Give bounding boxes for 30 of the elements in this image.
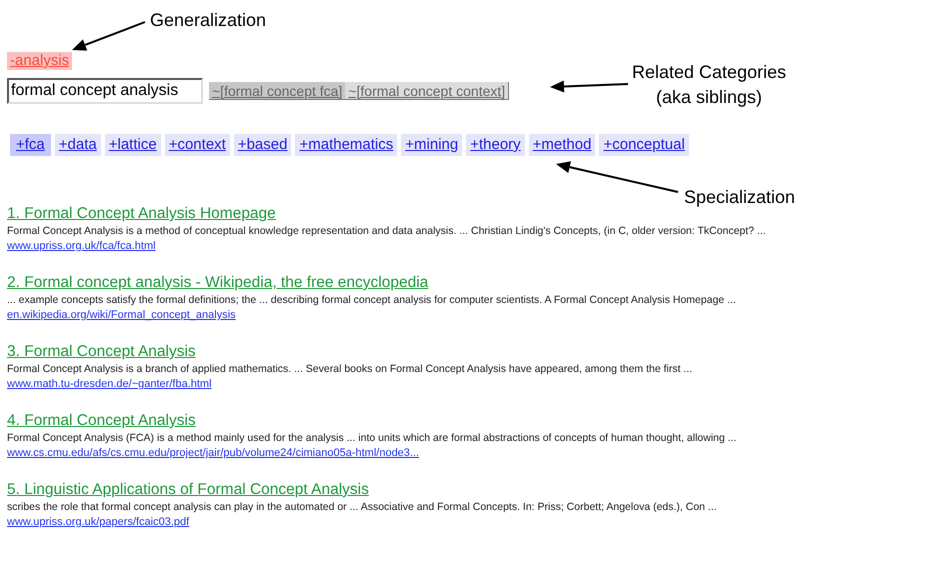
annotation-label: Related Categories — [632, 61, 786, 84]
specialization-tag[interactable]: +theory — [466, 134, 525, 156]
result-snippet: Formal Concept Analysis is a branch of applied mathematics. ... Several books on Formal Concept Analysis have appeared, among them the first ... — [7, 362, 692, 377]
specialization-tag[interactable]: +lattice — [104, 134, 161, 156]
annotation-label: Generalization — [150, 9, 266, 32]
result-snippet: Formal Concept Analysis is a method of conceptual knowledge representation and data analysis. ... Christian Lindig's Concepts, (in C, older version: TkConcept? ... — [7, 224, 766, 239]
result-title-link[interactable]: 5. Linguistic Applications of Formal Concept Analysis — [7, 480, 369, 499]
specialization-tag[interactable]: +context — [164, 134, 230, 156]
result-title-link[interactable]: 4. Formal Concept Analysis — [7, 411, 196, 430]
result-snippet: scribes the role that formal concept analysis can play in the automated or ... Associative and Formal Concepts. In: Priss; Corbett; Angelova (eds.), Con ... — [7, 500, 717, 515]
result-url-link[interactable]: www.upriss.org.uk/fca/fca.html — [7, 239, 156, 254]
specialization-tag[interactable]: +conceptual — [599, 134, 689, 156]
result-url-link[interactable]: en.wikipedia.org/wiki/Formal_concept_analysis — [7, 308, 236, 323]
specialization-tag[interactable]: +mathematics — [295, 134, 398, 156]
specialization-tag[interactable]: +fca — [10, 134, 51, 156]
annotation-label: (aka siblings) — [656, 86, 762, 109]
result-url-link[interactable]: www.math.tu-dresden.de/~ganter/fba.html — [7, 377, 212, 392]
specialization-tag[interactable]: +data — [54, 134, 101, 156]
result-url-link[interactable]: www.cs.cmu.edu/afs/cs.cmu.edu/project/jair/pub/volume24/cimiano05a-html/node3... — [7, 446, 420, 461]
specialization-tag[interactable]: +based — [234, 134, 292, 156]
search-field[interactable]: formal concept analysis — [7, 78, 203, 104]
specialization-tag[interactable]: +method — [528, 134, 596, 156]
result-title-link[interactable]: 1. Formal Concept Analysis Homepage — [7, 204, 276, 223]
result-snippet: Formal Concept Analysis (FCA) is a method mainly used for the analysis ... into units which are formal abstractions of concepts of human thought, allowing ... — [7, 431, 737, 446]
result-title-link[interactable]: 3. Formal Concept Analysis — [7, 342, 196, 361]
result-url-link[interactable]: www.upriss.org.uk/papers/fcaic03.pdf — [7, 515, 190, 530]
annotation-label: Specialization — [684, 186, 796, 209]
result-snippet: ... example concepts satisfy the formal definitions; the ... describing formal concept analysis for computer scientists. A Formal Concept Analysis Homepage ... — [7, 293, 736, 308]
specialization-tag[interactable]: +mining — [401, 134, 462, 156]
result-title-link[interactable]: 2. Formal concept analysis - Wikipedia, the free encyclopedia — [7, 273, 428, 292]
